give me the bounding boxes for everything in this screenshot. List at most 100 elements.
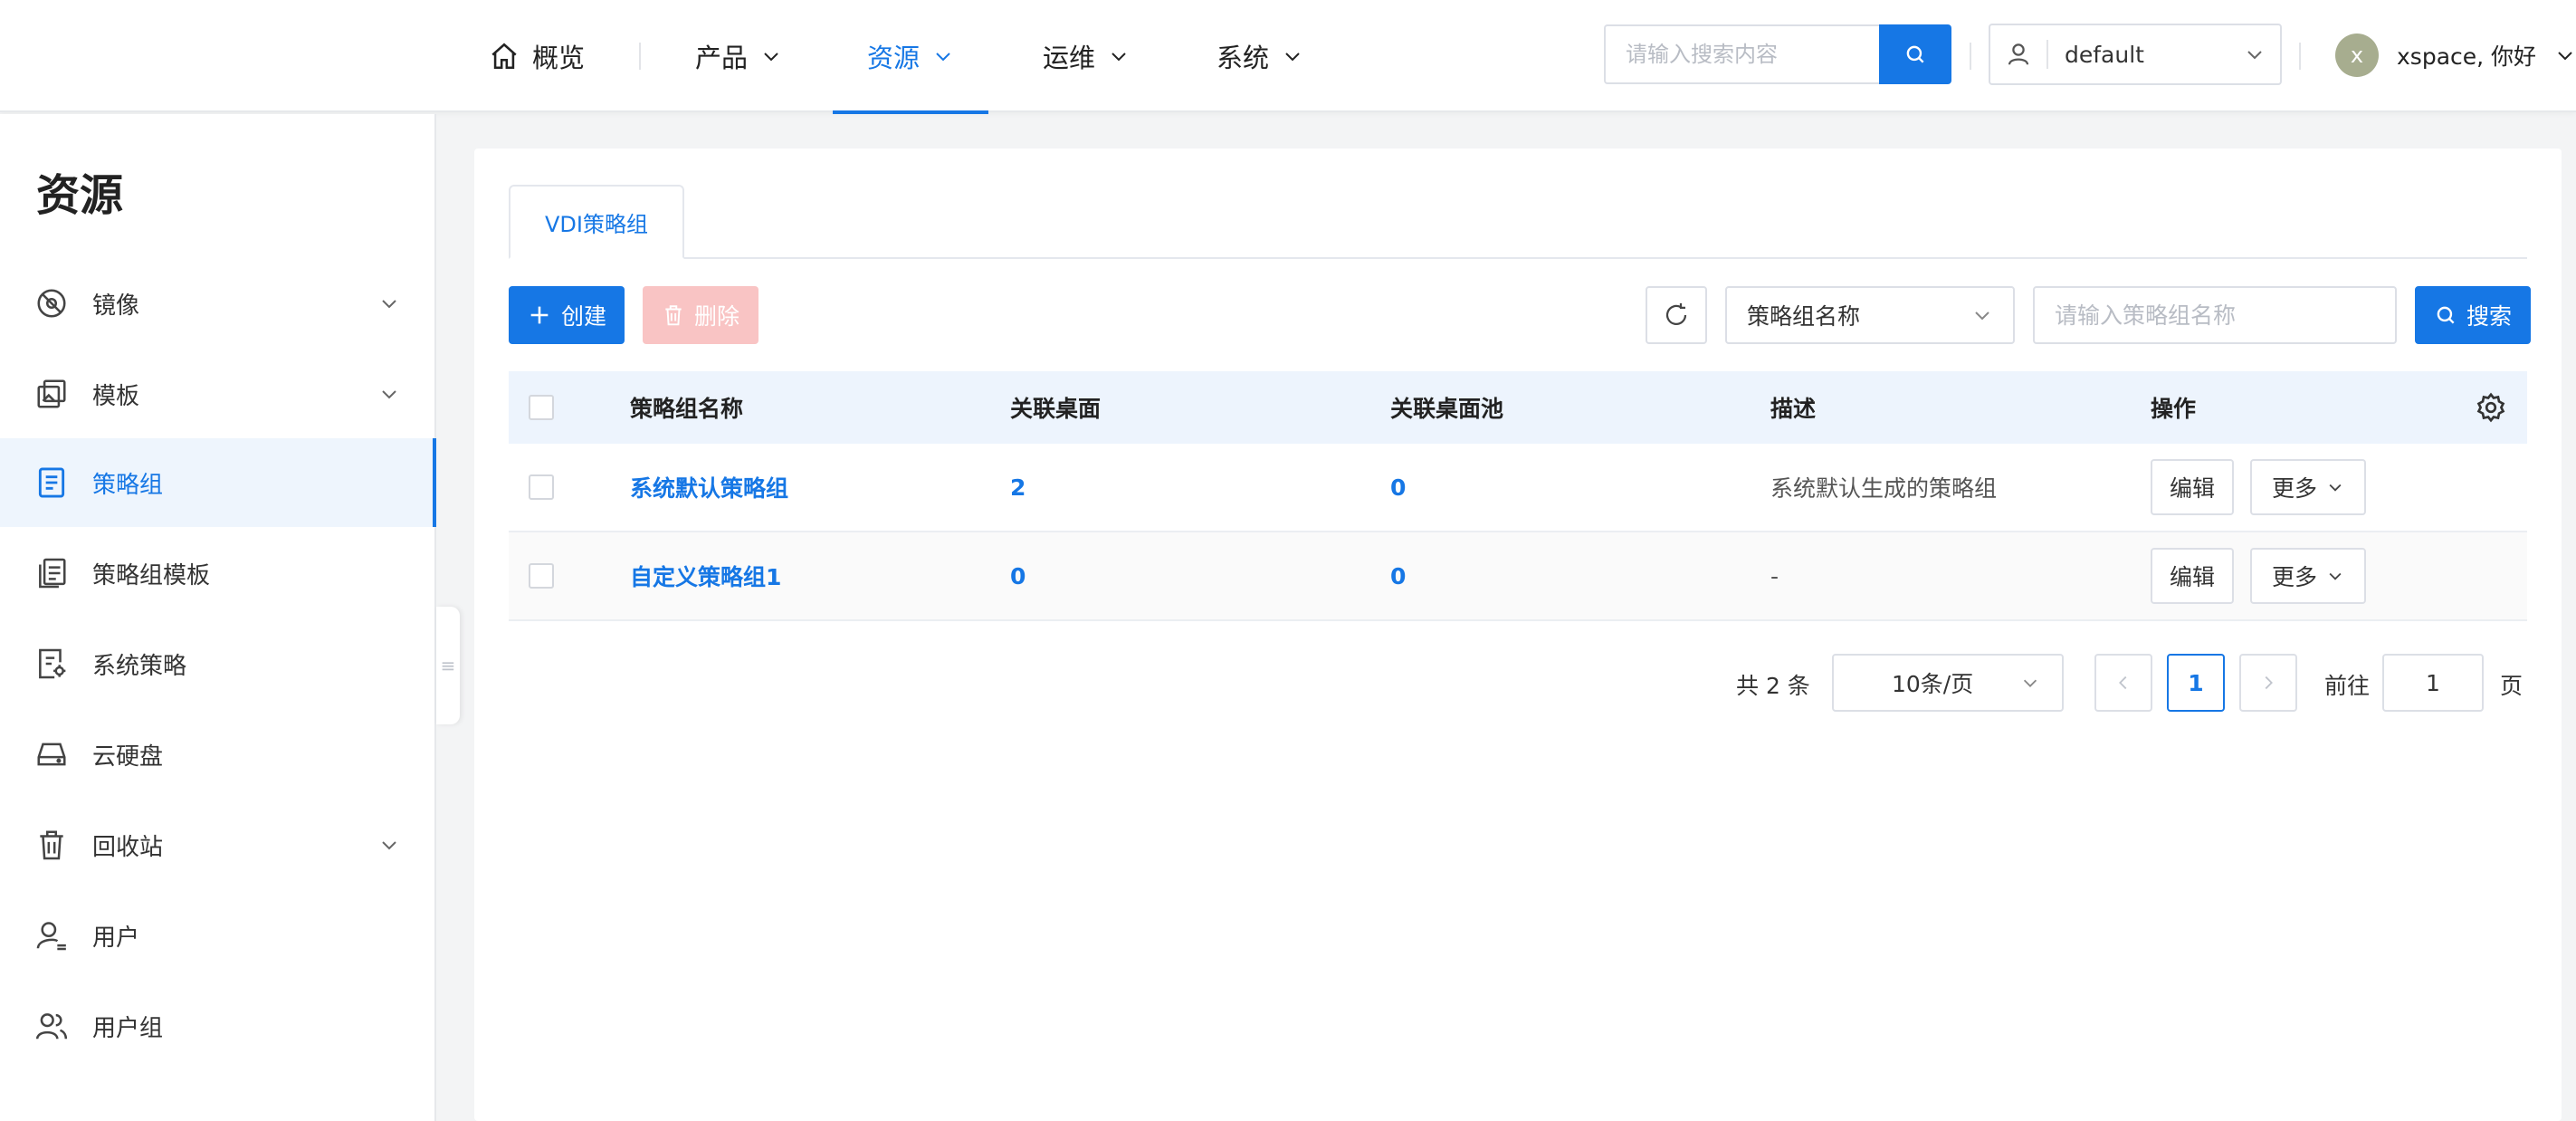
sidebar-item-label: 系统策略 [92, 652, 187, 680]
goto-label: 前往 [2324, 673, 2371, 699]
policy-group-name-link[interactable]: 自定义策略组1 [630, 560, 781, 592]
nav-resources-label: 资源 [866, 43, 920, 73]
sidebar-item-label: 回收站 [92, 833, 164, 861]
sidebar-item-label: 策略组 [92, 471, 164, 499]
column-header-desktops[interactable]: 关联桌面 [1010, 391, 1101, 424]
sidebar-collapse-handle[interactable]: ≡ [436, 607, 460, 724]
nav-divider [639, 43, 641, 70]
page-number-current[interactable]: 1 [2167, 654, 2225, 712]
nav-system[interactable]: 系统 [1216, 0, 1303, 112]
home-icon [491, 43, 517, 70]
column-header-actions: 操作 [2151, 396, 2197, 422]
gear-icon[interactable] [2475, 391, 2507, 424]
refresh-button[interactable] [1646, 286, 1707, 344]
select-all-checkbox[interactable] [529, 395, 554, 420]
search-button-label: 搜索 [2466, 303, 2512, 330]
pagination-total: 共 2 条 [1736, 673, 1810, 699]
filter-field-value: 策略组名称 [1747, 303, 1861, 330]
trash-icon [665, 305, 682, 326]
disc-icon [37, 289, 66, 318]
sidebar-item-policy-group[interactable]: 策略组 [0, 438, 436, 527]
users-icon [35, 1013, 68, 1040]
sidebar-item-label: 用户组 [92, 1014, 164, 1042]
template-icon [37, 379, 66, 408]
nav-overview[interactable]: 概览 [489, 0, 585, 112]
nav-operations[interactable]: 运维 [1043, 0, 1130, 112]
create-button[interactable]: 创建 [509, 286, 625, 344]
nav-resources[interactable]: 资源 [833, 0, 988, 114]
row-checkbox[interactable] [529, 563, 554, 589]
tab-bar: VDI策略组 [509, 185, 2527, 259]
disk-icon [37, 743, 66, 766]
nav-products[interactable]: 产品 [695, 0, 782, 112]
desktops-count-link[interactable]: 2 [1010, 474, 1026, 501]
delete-button[interactable]: 删除 [643, 286, 758, 344]
description-text: - [1770, 562, 1779, 589]
avatar: x [2335, 34, 2379, 77]
desktops-count-link[interactable]: 0 [1010, 563, 1026, 589]
sidebar-item-users[interactable]: 用户 [0, 891, 434, 980]
row-checkbox[interactable] [529, 474, 554, 500]
sidebar-item-policy-template[interactable]: 策略组模板 [0, 529, 434, 618]
nav-products-label: 产品 [695, 43, 749, 73]
next-page-button[interactable] [2239, 654, 2297, 712]
chevron-down-icon [1111, 53, 1126, 62]
main-content-panel: VDI策略组 创建 删除 策略组名称 搜索 策略组名称 关联桌面 关联桌面池 描… [474, 149, 2562, 1121]
search-button[interactable]: 搜索 [2415, 286, 2531, 344]
nav-overview-label: 概览 [532, 43, 586, 73]
nav-operations-label: 运维 [1043, 43, 1096, 73]
goto-page-input[interactable]: 1 [2382, 654, 2484, 712]
chevron-down-icon [2329, 572, 2342, 580]
column-header-description[interactable]: 描述 [1770, 391, 1816, 424]
sidebar-item-label: 策略组模板 [92, 561, 211, 589]
filter-field-select[interactable]: 策略组名称 [1725, 286, 2015, 344]
document-icon [38, 467, 65, 498]
desktop-pools-count-link[interactable]: 0 [1390, 563, 1406, 589]
refresh-icon [1665, 302, 1687, 326]
sidebar-title: 资源 [36, 170, 124, 221]
tab-vdi-policy-group[interactable]: VDI策略组 [509, 185, 684, 259]
chevron-down-icon [382, 300, 396, 309]
filter-value-input[interactable] [2033, 286, 2397, 344]
policy-group-name-link[interactable]: 系统默认策略组 [630, 471, 788, 503]
page-size-select[interactable]: 10条/页 [1832, 654, 2064, 712]
sidebar-item-cloud-disk[interactable]: 云硬盘 [0, 710, 434, 799]
page-size-value: 10条/页 [1892, 671, 1974, 697]
edit-button[interactable]: 编辑 [2151, 548, 2234, 604]
chevron-down-icon [1975, 311, 1989, 321]
sidebar-item-system-policy[interactable]: 系统策略 [0, 619, 434, 708]
chevron-down-icon [382, 841, 396, 850]
sidebar-item-user-groups[interactable]: 用户组 [0, 982, 434, 1070]
global-search-button[interactable] [1879, 24, 1951, 84]
sidebar-item-recycle-bin[interactable]: 回收站 [0, 800, 434, 889]
search-icon [1906, 45, 1924, 63]
prev-page-button[interactable] [2094, 654, 2152, 712]
more-button[interactable]: 更多 [2250, 548, 2366, 604]
chevron-down-icon [2247, 51, 2262, 60]
nav-divider [2299, 43, 2301, 70]
nav-divider [1970, 43, 1971, 70]
chevron-down-icon [764, 53, 778, 62]
user-icon [36, 922, 66, 951]
more-button[interactable]: 更多 [2250, 459, 2366, 515]
sidebar-item-label: 镜像 [92, 292, 140, 320]
sidebar: 资源 镜像 模板 策略组 策略组模板 系统策略 云硬盘 回收站 用户 用户组 [0, 114, 436, 1121]
plus-icon [530, 306, 549, 324]
chevron-left-icon [2119, 675, 2127, 690]
sidebar-item-images[interactable]: 镜像 [0, 259, 434, 348]
sidebar-item-label: 模板 [92, 382, 140, 410]
column-header-desktop-pools[interactable]: 关联桌面池 [1390, 391, 1503, 424]
more-button-label: 更多 [2271, 475, 2317, 502]
desktop-pools-count-link[interactable]: 0 [1390, 474, 1406, 501]
documents-icon [39, 558, 66, 589]
user-menu[interactable]: x xspace, 你好 [2335, 31, 2576, 80]
settings-doc-icon [39, 648, 66, 679]
column-header-name[interactable]: 策略组名称 [630, 391, 743, 424]
global-search-input[interactable] [1604, 24, 1881, 84]
policy-group-table: 策略组名称 关联桌面 关联桌面池 描述 操作 系统默认策略组 2 0 系统默认生… [509, 371, 2527, 621]
search-icon [2437, 306, 2455, 324]
page-unit-label: 页 [2500, 673, 2524, 699]
sidebar-item-templates[interactable]: 模板 [0, 350, 434, 438]
tenant-select[interactable]: default [1989, 24, 2282, 85]
edit-button[interactable]: 编辑 [2151, 459, 2234, 515]
